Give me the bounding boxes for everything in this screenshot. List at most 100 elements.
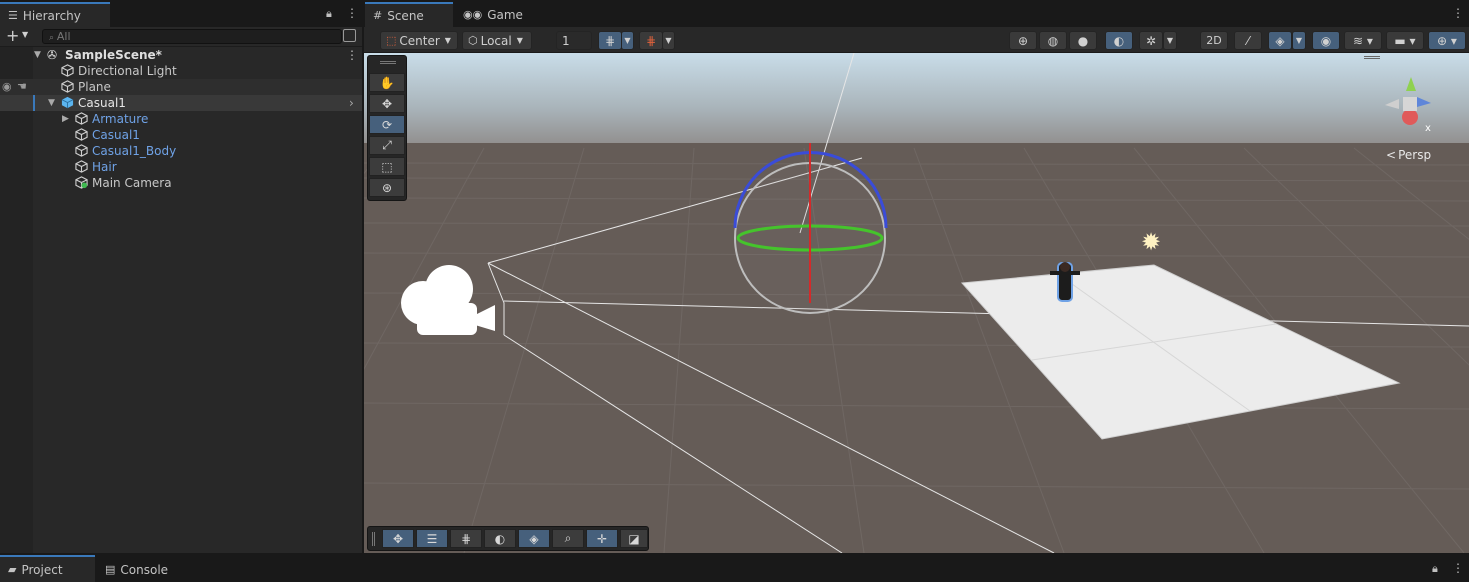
effects-button[interactable]: ◈ bbox=[1268, 31, 1292, 50]
hierarchy-item[interactable]: ▶ Armature bbox=[0, 111, 362, 127]
gameobject-cube-icon bbox=[75, 144, 88, 157]
settings-button[interactable]: ☰ bbox=[416, 529, 448, 548]
search-input[interactable]: ⌕ All bbox=[42, 29, 342, 44]
hierarchy-item[interactable]: Hair bbox=[0, 159, 362, 175]
persp-toggle[interactable]: < Persp bbox=[1386, 148, 1431, 162]
wireframe-shading-button[interactable]: ⊕ bbox=[1009, 31, 1037, 50]
move-tool-button[interactable]: ✥ bbox=[369, 94, 405, 113]
space-dropdown[interactable]: ⬡ Local ▼ bbox=[462, 31, 532, 50]
search-tool-button[interactable]: ⌕ bbox=[552, 529, 584, 548]
gamepad-icon: ◉◉ bbox=[463, 8, 483, 21]
hierarchy-item[interactable]: Main Camera bbox=[0, 175, 362, 191]
tab-hierarchy[interactable]: ☰ Hierarchy bbox=[0, 2, 110, 27]
camera-settings-dropdown[interactable]: ▬ ▾ bbox=[1386, 31, 1424, 50]
bottom-tab-bar: ▰ Project ▤ Console 🔒︎ ⋮ bbox=[0, 555, 1469, 582]
hierarchy-panel: + ▼ ⌕ All ▼ ✇ SampleScene* ⋮ Directional… bbox=[0, 26, 362, 553]
gizmos-dropdown[interactable]: ⊕ ▾ bbox=[1428, 31, 1466, 50]
persp-label: Persp bbox=[1398, 148, 1432, 162]
selection-marker bbox=[33, 95, 35, 111]
shaded-wireframe-button[interactable]: ◍ bbox=[1039, 31, 1067, 50]
gizmo-x-label: x bbox=[1425, 123, 1431, 134]
scene-kebab-icon[interactable]: ⋮ bbox=[346, 47, 358, 63]
overlay-drag-handle[interactable] bbox=[380, 61, 396, 64]
local-cube-icon: ⬡ bbox=[468, 34, 478, 47]
scale-tool-button[interactable]: ⤢ bbox=[369, 136, 405, 155]
lighting-toggle-button[interactable]: ⁄ bbox=[1234, 31, 1262, 50]
hierarchy-item-label: Armature bbox=[92, 112, 149, 126]
debug-draw-dropdown[interactable]: ▼ bbox=[1163, 31, 1177, 50]
shading-button[interactable]: ◐ bbox=[484, 529, 516, 548]
increment-snap-dropdown[interactable]: ▼ bbox=[662, 31, 675, 50]
pick-hand-icon[interactable]: ☚ bbox=[17, 79, 27, 95]
lit-shading-button[interactable]: ◐ bbox=[1105, 31, 1133, 50]
tab-scene[interactable]: # Scene bbox=[365, 2, 453, 27]
effects-dropdown[interactable]: ▼ bbox=[1292, 31, 1306, 50]
hierarchy-item[interactable]: Directional Light bbox=[0, 63, 362, 79]
2d-toggle-button[interactable]: 2D bbox=[1200, 31, 1228, 50]
increment-snap-button[interactable]: ⋕ bbox=[639, 31, 663, 50]
overlay-drag-handle[interactable] bbox=[372, 532, 375, 546]
scene-viewport[interactable]: ✹ x < Persp ✋ ✥ ⟳ ⤢ ⬚ ⊛ ✥ ☰ ⋕ ◐ ◈ ⌕ ✛ ◪ bbox=[364, 53, 1469, 553]
layer-button[interactable]: ◈ bbox=[518, 529, 550, 548]
camera-icon[interactable] bbox=[397, 263, 497, 338]
pivot-dropdown[interactable]: ⬚ Center ▼ bbox=[380, 31, 458, 50]
lit-sphere-icon: ◐ bbox=[1113, 33, 1125, 48]
grid-snap-icon: ⋕ bbox=[604, 33, 616, 48]
kebab-icon[interactable]: ⋮ bbox=[1452, 561, 1464, 575]
search-options-icon[interactable] bbox=[343, 29, 356, 42]
eye-icon[interactable]: ◉ bbox=[2, 79, 12, 95]
drag-handle-icon[interactable] bbox=[1364, 56, 1380, 59]
add-button[interactable]: + bbox=[6, 26, 19, 45]
chevron-down-icon: ▼ bbox=[1295, 36, 1303, 45]
transform-tool-button[interactable]: ⊛ bbox=[369, 178, 405, 197]
camera-view-button[interactable]: ◪ bbox=[620, 529, 648, 548]
chevron-down-icon: ▼ bbox=[1166, 36, 1174, 45]
chevron-right-icon[interactable]: › bbox=[349, 95, 354, 111]
gizmo-move-button[interactable]: ✥ bbox=[382, 529, 414, 548]
tools-overlay: ✋ ✥ ⟳ ⤢ ⬚ ⊛ bbox=[367, 55, 407, 201]
orientation-button[interactable]: ✛ bbox=[586, 529, 618, 548]
hierarchy-item-selected[interactable]: ▼ Casual1 › bbox=[0, 95, 362, 111]
eye-icon: ◉ bbox=[1320, 33, 1332, 48]
move-icon: ✥ bbox=[392, 531, 404, 546]
grid-snap-button[interactable]: ⋕ bbox=[598, 31, 622, 50]
scene-kebab-icon[interactable]: ⋮ bbox=[1452, 6, 1464, 20]
rect-tool-button[interactable]: ⬚ bbox=[369, 157, 405, 176]
gameobject-cube-icon bbox=[75, 160, 88, 173]
hand-icon: ✋ bbox=[379, 75, 395, 90]
tab-game[interactable]: ◉◉ Game bbox=[455, 2, 525, 27]
grid-button[interactable]: ⋕ bbox=[450, 529, 482, 548]
gizmo-globe-icon: ⊕ ▾ bbox=[1437, 33, 1457, 48]
hierarchy-item-label: Casual1 bbox=[92, 128, 140, 142]
tab-project[interactable]: ▰ Project bbox=[0, 555, 95, 582]
hierarchy-item-label: Main Camera bbox=[92, 176, 172, 190]
hierarchy-item[interactable]: ◉ ☚ Plane bbox=[0, 79, 362, 95]
unity-scene-icon: ✇ bbox=[47, 48, 58, 62]
unlit-shading-button[interactable]: ● bbox=[1069, 31, 1097, 50]
tab-console[interactable]: ▤ Console bbox=[97, 557, 182, 582]
expand-arrow-icon[interactable]: ▶ bbox=[62, 111, 69, 127]
layers-dropdown[interactable]: ≋ ▾ bbox=[1344, 31, 1382, 50]
camera-view-icon: ◪ bbox=[628, 531, 640, 546]
lock-icon[interactable]: 🔒︎ bbox=[326, 7, 332, 21]
sun-icon[interactable]: ✹ bbox=[1141, 228, 1161, 256]
scene-render bbox=[364, 53, 1469, 553]
scene-visibility-button[interactable]: ◉ bbox=[1312, 31, 1340, 50]
kebab-icon[interactable]: ⋮ bbox=[346, 6, 358, 20]
snap-increment-field[interactable]: 1 bbox=[556, 31, 592, 50]
lock-icon[interactable]: 🔒︎ bbox=[1432, 562, 1438, 576]
search-placeholder: All bbox=[56, 30, 71, 43]
expand-arrow-icon[interactable]: ▼ bbox=[48, 95, 55, 111]
sphere-icon: ◐ bbox=[494, 531, 506, 546]
hierarchy-item[interactable]: Casual1_Body bbox=[0, 143, 362, 159]
grid-snap-dropdown[interactable]: ▼ bbox=[621, 31, 634, 50]
chevron-down-icon[interactable]: ▼ bbox=[22, 30, 28, 39]
rotate-tool-button[interactable]: ⟳ bbox=[369, 115, 405, 134]
chevron-down-icon: ▼ bbox=[665, 36, 672, 45]
scene-row[interactable]: ▼ ✇ SampleScene* ⋮ bbox=[0, 47, 362, 63]
hand-tool-button[interactable]: ✋ bbox=[369, 73, 405, 92]
expand-arrow-icon[interactable]: ▼ bbox=[34, 47, 41, 63]
debug-draw-button[interactable]: ✲ bbox=[1139, 31, 1163, 50]
search-icon: ⌕ bbox=[564, 531, 572, 545]
hierarchy-item[interactable]: Casual1 bbox=[0, 127, 362, 143]
